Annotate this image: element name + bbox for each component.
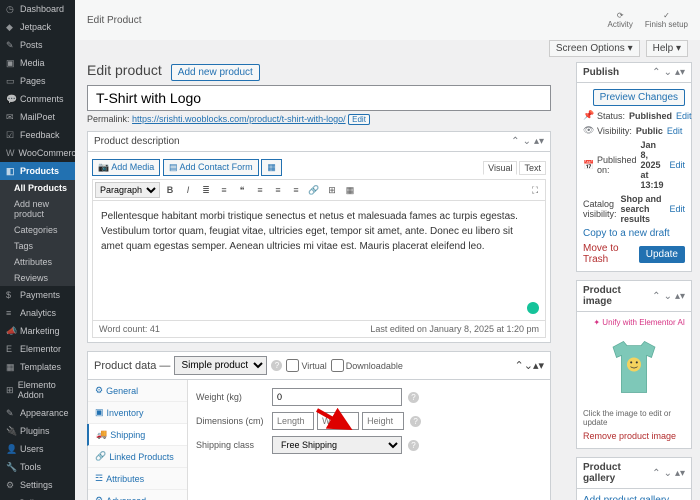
pdata-tab-linked-products[interactable]: 🔗Linked Products xyxy=(88,446,187,468)
text-tab[interactable]: Text xyxy=(519,161,546,175)
panel-down[interactable]: ⌄ xyxy=(523,136,531,147)
pdata-tab-advanced[interactable]: ⚙Advanced xyxy=(88,490,187,500)
preview-changes-button[interactable]: Preview Changes xyxy=(593,89,685,106)
pdata-tab-inventory[interactable]: ▣Inventory xyxy=(88,402,187,424)
remove-image[interactable]: Remove product image xyxy=(583,431,676,441)
edit-visibility[interactable]: Edit xyxy=(667,126,683,136)
product-image[interactable] xyxy=(599,333,669,403)
width-input[interactable] xyxy=(317,412,359,430)
finish-setup-link[interactable]: ✓Finish setup xyxy=(645,11,688,29)
move-to-trash[interactable]: Move to Trash xyxy=(583,243,639,265)
bold-icon[interactable]: B xyxy=(162,182,178,198)
calendar-icon: 📅 xyxy=(583,160,593,171)
nav-analytics[interactable]: ≡Analytics xyxy=(0,304,75,322)
nav-feedback[interactable]: ☑Feedback xyxy=(0,126,75,144)
subnav-reviews[interactable]: Reviews xyxy=(0,270,75,286)
nav-posts[interactable]: ✎Posts xyxy=(0,36,75,54)
nav-users[interactable]: 👤Users xyxy=(0,440,75,458)
help-icon[interactable]: ? xyxy=(271,360,282,371)
nav-collapse-menu[interactable]: ◀Collapse menu xyxy=(0,494,75,500)
edit-status[interactable]: Edit xyxy=(676,111,692,121)
height-input[interactable] xyxy=(362,412,404,430)
list-ol-icon[interactable]: ≡ xyxy=(216,182,232,198)
quote-icon[interactable]: ❝ xyxy=(234,182,250,198)
nav-tools[interactable]: 🔧Tools xyxy=(0,458,75,476)
elementor-ai[interactable]: ✦ Unify with Elementor AI xyxy=(593,318,685,327)
toolbar: Paragraph B I ≣ ≡ ❝ ≡ ≡ ≡ 🔗 ⊞ ▦ ⛶ xyxy=(92,180,546,201)
pin-icon: 📌 xyxy=(583,110,593,121)
align-right-icon[interactable]: ≡ xyxy=(288,182,304,198)
activity-link[interactable]: ⟳Activity xyxy=(608,11,633,29)
add-contact-form-button[interactable]: ▤ Add Contact Form xyxy=(163,159,259,176)
nav-woocommerce[interactable]: WWooCommerce xyxy=(0,144,75,162)
panel-up[interactable]: ⌃ xyxy=(511,136,519,147)
visual-tab[interactable]: Visual xyxy=(483,161,517,175)
permalink-edit[interactable]: Edit xyxy=(348,114,370,125)
update-button[interactable]: Update xyxy=(639,246,685,263)
help-icon[interactable]: ? xyxy=(408,440,419,451)
panel-move[interactable]: ▴▾ xyxy=(534,136,544,147)
add-new-product[interactable]: Add new product xyxy=(171,64,260,81)
nav-payments[interactable]: $Payments xyxy=(0,286,75,304)
nav-plugins[interactable]: 🔌Plugins xyxy=(0,422,75,440)
help-icon[interactable]: ? xyxy=(410,416,421,427)
add-media-button[interactable]: 📷 Add Media xyxy=(92,159,160,176)
subnav-all-products[interactable]: All Products xyxy=(0,180,75,196)
nav-elementor[interactable]: EElementor xyxy=(0,340,75,358)
nav-dashboard[interactable]: ◷Dashboard xyxy=(0,0,75,18)
nav-pages[interactable]: ▭Pages xyxy=(0,72,75,90)
list-ul-icon[interactable]: ≣ xyxy=(198,182,214,198)
permalink-url[interactable]: https://srishti.wooblocks.com/product/t-… xyxy=(132,114,346,124)
shipping-class-select[interactable]: Free Shipping xyxy=(272,436,402,454)
edit-date[interactable]: Edit xyxy=(669,160,685,170)
italic-icon[interactable]: I xyxy=(180,182,196,198)
pdata-tab-shipping[interactable]: 🚚Shipping xyxy=(87,424,187,446)
more-icon[interactable]: ▦ xyxy=(342,182,358,198)
nav-appearance[interactable]: ✎Appearance xyxy=(0,404,75,422)
length-input[interactable] xyxy=(272,412,314,430)
downloadable-checkbox[interactable]: Downloadable xyxy=(331,359,403,372)
virtual-checkbox[interactable]: Virtual xyxy=(286,359,326,372)
edit-catalog[interactable]: Edit xyxy=(669,204,685,214)
nav-templates[interactable]: ▦Templates xyxy=(0,358,75,376)
forms-button[interactable]: ▦ xyxy=(261,159,282,176)
subnav-attributes[interactable]: Attributes xyxy=(0,254,75,270)
screen-options[interactable]: Screen Options ▾ xyxy=(549,40,640,57)
subnav-tags[interactable]: Tags xyxy=(0,238,75,254)
nav-media[interactable]: ▣Media xyxy=(0,54,75,72)
eye-icon: 👁 xyxy=(583,125,593,136)
nav-jetpack[interactable]: ◆Jetpack xyxy=(0,18,75,36)
pdata-tab-attributes[interactable]: ☲Attributes xyxy=(88,468,187,490)
link-icon[interactable]: 🔗 xyxy=(306,182,322,198)
grammarly-icon[interactable] xyxy=(527,302,539,314)
product-title-input[interactable] xyxy=(87,85,551,111)
page-title: Edit product xyxy=(87,62,162,78)
insert-icon[interactable]: ⊞ xyxy=(324,182,340,198)
editor-content[interactable]: Pellentesque habitant morbi tristique se… xyxy=(92,201,546,321)
align-center-icon[interactable]: ≡ xyxy=(270,182,286,198)
nav-mailpoet[interactable]: ✉MailPoet xyxy=(0,108,75,126)
subnav-add-new-product[interactable]: Add new product xyxy=(0,196,75,222)
weight-input[interactable] xyxy=(272,388,402,406)
nav-settings[interactable]: ⚙Settings xyxy=(0,476,75,494)
nav-products[interactable]: ◧Products xyxy=(0,162,75,180)
help-icon[interactable]: ? xyxy=(408,392,419,403)
help-tab[interactable]: Help ▾ xyxy=(646,40,688,57)
subnav-categories[interactable]: Categories xyxy=(0,222,75,238)
nav-elemento-addon[interactable]: ⊞Elemento Addon xyxy=(0,376,75,404)
pdata-tab-general[interactable]: ⚙General xyxy=(88,380,187,402)
product-type-select[interactable]: Simple product xyxy=(174,356,267,375)
format-select[interactable]: Paragraph xyxy=(95,182,160,198)
add-gallery-images[interactable]: Add product gallery images xyxy=(583,495,669,500)
copy-draft[interactable]: Copy to a new draft xyxy=(583,228,670,239)
align-left-icon[interactable]: ≡ xyxy=(252,182,268,198)
brand: Edit Product xyxy=(87,15,141,26)
nav-marketing[interactable]: 📣Marketing xyxy=(0,322,75,340)
fullscreen-icon[interactable]: ⛶ xyxy=(527,182,543,198)
nav-comments[interactable]: 💬Comments xyxy=(0,90,75,108)
